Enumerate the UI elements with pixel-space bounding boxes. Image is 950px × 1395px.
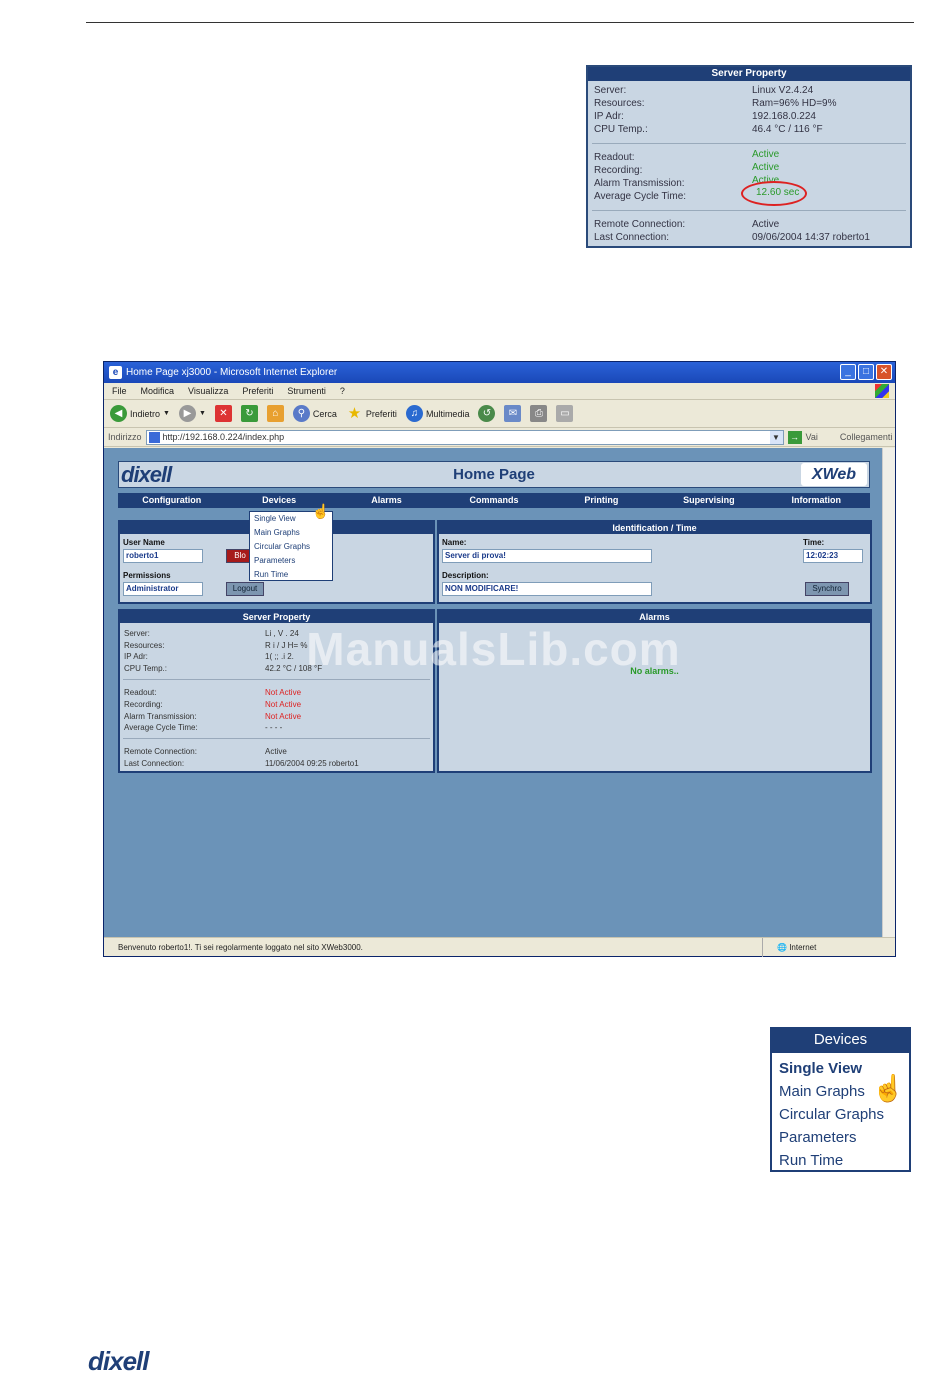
browser-window: e Home Page xj3000 - Microsoft Internet … (103, 361, 896, 957)
page-title: Home Page (453, 466, 535, 483)
windows-logo-icon (875, 384, 889, 398)
description-label: Description: (442, 571, 489, 580)
links-label[interactable]: Collegamenti (840, 428, 893, 447)
search-button[interactable]: ⚲ Cerca (292, 405, 337, 422)
nav-supervising[interactable]: Supervising (655, 493, 762, 508)
divider (592, 143, 906, 144)
identification-box: Identification / Time Name: Server di pr… (437, 520, 872, 604)
synchro-button[interactable]: Synchro (805, 582, 849, 596)
nav-commands[interactable]: Commands (440, 493, 547, 508)
ie-icon: e (109, 366, 122, 379)
go-button[interactable]: Vai (806, 428, 818, 447)
name-label: Name: (442, 538, 467, 547)
mail-icon[interactable]: ✉ (504, 405, 522, 422)
dropdown-item-main-graphs[interactable]: Main Graphs (250, 526, 332, 540)
server-property-title: Server Property (588, 67, 910, 81)
address-bar: Indirizzo http://192.168.0.224/index.php… (104, 428, 895, 447)
nav-bar: Configuration Devices Alarms Commands Pr… (118, 493, 870, 508)
menu-item-circular-graphs[interactable]: Circular Graphs (772, 1103, 909, 1126)
watermark: ManualsLib.com (306, 623, 681, 675)
menu-help[interactable]: ? (340, 383, 345, 399)
menu-item-parameters[interactable]: Parameters (772, 1126, 909, 1149)
time-field[interactable]: 12:02:23 (803, 549, 863, 563)
page-icon (148, 431, 160, 443)
close-button[interactable]: ✕ (876, 364, 892, 380)
forward-button[interactable]: ▶ ▼ (178, 405, 206, 422)
logout-button[interactable]: Logout (226, 582, 264, 596)
permissions-label: Permissions (123, 571, 171, 580)
chevron-down-icon[interactable]: ▼ (769, 430, 783, 444)
address-label: Indirizzo (108, 431, 142, 442)
divider (592, 210, 906, 211)
media-button[interactable]: ♫ Multimedia (405, 405, 469, 422)
time-label: Time: (803, 538, 825, 547)
security-zone: 🌐 Internet (762, 938, 816, 957)
page-content: dixell Home Page XWeb Configuration Devi… (104, 448, 883, 937)
xweb-logo: XWeb (801, 463, 867, 486)
devices-menu-zoom: Devices Single View Main Graphs Circular… (770, 1027, 911, 1172)
status-bar: Benvenuto roberto1!. Ti sei regolarmente… (104, 937, 895, 957)
dropdown-item-parameters[interactable]: Parameters (250, 554, 332, 568)
menu-bar: File Modifica Visualizza Preferiti Strum… (104, 383, 895, 400)
name-field[interactable]: Server di prova! (442, 549, 652, 563)
server-property-panel: Server Property Server: Linux V2.4.24 Res… (586, 65, 912, 248)
window-title-bar: e Home Page xj3000 - Microsoft Internet … (104, 362, 895, 383)
identification-title: Identification / Time (439, 522, 870, 534)
vertical-scrollbar[interactable] (882, 448, 895, 937)
menu-file[interactable]: File (112, 383, 127, 399)
go-arrow-icon[interactable]: → (787, 430, 802, 444)
stop-icon[interactable]: ✕ (214, 405, 232, 422)
description-field[interactable]: NON MODIFICARE! (442, 582, 652, 596)
divider (123, 679, 430, 680)
address-input[interactable]: http://192.168.0.224/index.php ▼ (145, 429, 784, 445)
menu-modifica[interactable]: Modifica (141, 383, 175, 399)
print-icon[interactable]: ⎙ (530, 405, 548, 422)
dropdown-item-run-time[interactable]: Run Time (250, 568, 332, 582)
forward-arrow-icon: ▶ (178, 405, 196, 422)
nav-printing[interactable]: Printing (548, 493, 655, 508)
window-title: Home Page xj3000 - Microsoft Internet Ex… (126, 367, 338, 378)
user-name-field[interactable]: roberto1 (123, 549, 203, 563)
nav-configuration[interactable]: Configuration (118, 493, 225, 508)
permissions-field[interactable]: Administrator (123, 582, 203, 596)
maximize-button[interactable]: □ (858, 364, 874, 380)
devices-dropdown: Single View Main Graphs Circular Graphs … (249, 511, 333, 581)
hand-cursor-icon: ☝ (312, 503, 330, 519)
highlight-circle (741, 181, 807, 206)
edit-icon[interactable]: ▭ (556, 405, 574, 422)
status-text: Benvenuto roberto1!. Ti sei regolarmente… (118, 943, 363, 952)
menu-visualizza[interactable]: Visualizza (188, 383, 228, 399)
back-button[interactable]: ◀ Indietro ▼ (110, 405, 170, 422)
toolbar: ◀ Indietro ▼ ▶ ▼ ✕ ↻ ⌂ ⚲ Cerca ★ Preferiti ♫ M… (104, 400, 895, 428)
star-icon: ★ (347, 405, 362, 422)
menu-item-run-time[interactable]: Run Time (772, 1149, 909, 1172)
user-name-label: User Name (123, 538, 165, 547)
hand-cursor-icon: ☝ (872, 1073, 905, 1103)
home-icon[interactable]: ⌂ (266, 405, 284, 422)
minimize-button[interactable]: _ (840, 364, 856, 380)
dropdown-item-circular-graphs[interactable]: Circular Graphs (250, 540, 332, 554)
favorites-button[interactable]: ★ Preferiti (346, 405, 397, 422)
media-icon: ♫ (405, 405, 423, 422)
back-arrow-icon: ◀ (110, 405, 127, 422)
page-header: dixell Home Page XWeb (118, 461, 870, 488)
menu-preferiti[interactable]: Preferiti (242, 383, 273, 399)
nav-information[interactable]: Information (763, 493, 870, 508)
history-icon[interactable]: ↺ (478, 405, 496, 422)
menu-strumenti[interactable]: Strumenti (287, 383, 326, 399)
devices-title[interactable]: Devices (772, 1029, 909, 1053)
nav-alarms[interactable]: Alarms (333, 493, 440, 508)
refresh-icon[interactable]: ↻ (240, 405, 258, 422)
search-icon: ⚲ (292, 405, 310, 422)
footer-dixell-logo: dixell (88, 1346, 149, 1376)
divider (123, 738, 430, 739)
top-rule (86, 22, 914, 23)
